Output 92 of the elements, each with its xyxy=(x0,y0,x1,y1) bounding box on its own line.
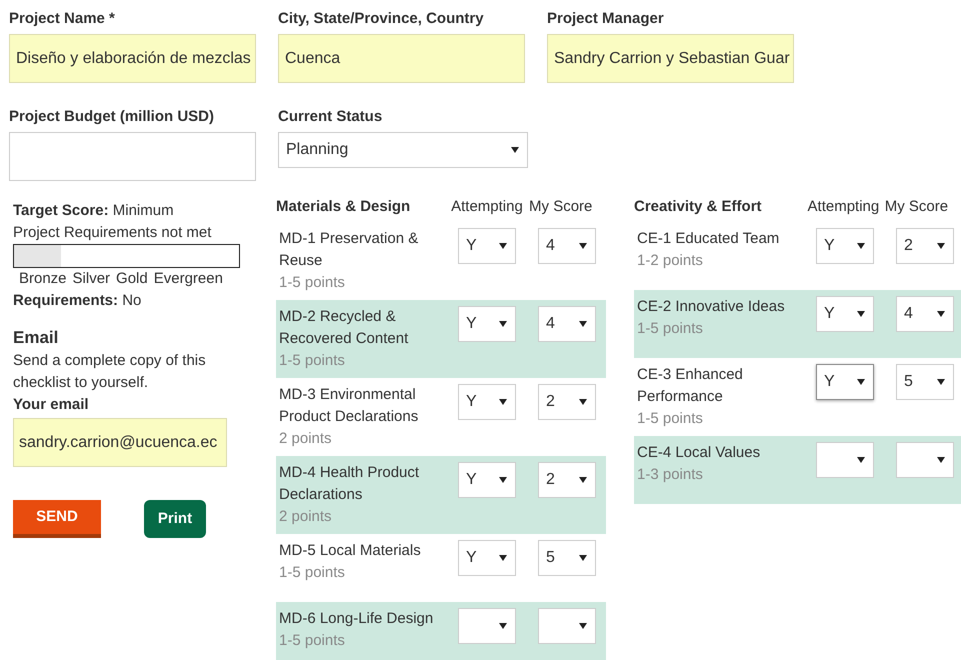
caret-icon xyxy=(579,623,587,629)
dropdown-select[interactable]: 4 xyxy=(538,228,596,264)
dropdown-select[interactable] xyxy=(538,608,596,644)
category-title: Creativity & Effort xyxy=(634,197,763,217)
credit-name: MD-2 Recycled & Recovered Content xyxy=(279,307,410,349)
caret-icon xyxy=(857,379,865,385)
dropdown-select[interactable]: 4 xyxy=(538,306,596,342)
text-field[interactable]: Sandry Carrion y Sebastian Guar xyxy=(547,34,794,83)
caret-icon xyxy=(499,623,507,629)
dropdown-select[interactable]: 5 xyxy=(538,540,596,576)
caret-icon xyxy=(579,477,587,483)
dropdown-select[interactable]: Y xyxy=(816,364,874,400)
dropdown-select[interactable]: 2 xyxy=(538,384,596,420)
dropdown-select[interactable]: Y xyxy=(816,296,874,332)
tier-label: Silver xyxy=(72,269,110,289)
dropdown-select[interactable] xyxy=(458,608,516,644)
dropdown-select[interactable]: Y xyxy=(458,306,516,342)
dropdown-select[interactable]: Y xyxy=(458,462,516,498)
field-label: City, State/Province, Country xyxy=(278,9,485,29)
credit-name: MD-4 Health Product Declarations xyxy=(279,463,420,505)
requirements-label: Requirements: xyxy=(13,292,118,309)
text-field[interactable] xyxy=(9,132,256,181)
email-description: Send a complete copy of this checklist to yourself. xyxy=(13,351,207,393)
caret-icon xyxy=(579,321,587,327)
caret-icon xyxy=(579,399,587,405)
dropdown-select[interactable]: 4 xyxy=(896,296,954,332)
credit-points: 2 points xyxy=(279,507,333,527)
credit-points: 2 points xyxy=(279,429,333,449)
requirements-value: No xyxy=(122,292,142,309)
send-button[interactable]: SEND xyxy=(13,500,101,538)
caret-icon xyxy=(499,399,507,405)
caret-icon xyxy=(937,311,945,317)
dropdown-select[interactable]: Y xyxy=(458,540,516,576)
tier-label: Gold xyxy=(116,269,148,289)
email-field[interactable]: sandry.carrion@ucuenca.ec xyxy=(13,418,227,467)
column-header: My Score xyxy=(529,197,594,217)
tier-label: Evergreen xyxy=(154,269,223,289)
credit-points: 1-5 points xyxy=(637,409,704,429)
credit-name: MD-1 Preservation & Reuse xyxy=(279,229,420,271)
caret-icon xyxy=(499,555,507,561)
caret-icon xyxy=(579,555,587,561)
column-header: Attempting xyxy=(451,197,524,217)
requirements-note: Project Requirements not met xyxy=(13,223,212,243)
caret-icon xyxy=(499,243,507,249)
caret-icon xyxy=(499,477,507,483)
credit-points: 1-5 points xyxy=(279,631,346,651)
target-score-value: Minimum xyxy=(112,202,174,219)
credit-points: 1-5 points xyxy=(279,351,346,371)
credit-points: 1-3 points xyxy=(637,465,704,485)
caret-icon xyxy=(511,147,519,153)
caret-icon xyxy=(857,311,865,317)
credit-name: MD-3 Environmental Product Declarations xyxy=(279,385,420,427)
credit-name: CE-3 Enhanced Performance xyxy=(637,365,744,407)
caret-icon xyxy=(579,243,587,249)
dropdown-select[interactable]: Y xyxy=(458,228,516,264)
email-heading: Email xyxy=(13,327,60,349)
caret-icon xyxy=(857,243,865,249)
credit-name: MD-5 Local Materials xyxy=(279,541,422,561)
credit-name: CE-2 Innovative Ideas xyxy=(637,297,786,317)
credit-name: CE-4 Local Values xyxy=(637,443,762,463)
status-select[interactable]: Planning xyxy=(278,132,528,168)
field-label: Project Budget (million USD) xyxy=(9,107,216,127)
dropdown-select[interactable] xyxy=(896,442,954,478)
credit-name: MD-6 Long-Life Design xyxy=(279,609,434,629)
credit-points: 1-5 points xyxy=(279,273,346,293)
target-score-label: Target Score: xyxy=(13,202,109,219)
category-title: Materials & Design xyxy=(276,197,412,217)
dropdown-select[interactable]: Y xyxy=(458,384,516,420)
caret-icon xyxy=(499,321,507,327)
credit-points: 1-5 points xyxy=(637,319,704,339)
credit-points: 1-5 points xyxy=(279,563,346,583)
dropdown-select[interactable]: Y xyxy=(816,228,874,264)
dropdown-select[interactable]: 2 xyxy=(896,228,954,264)
dropdown-select[interactable]: 2 xyxy=(538,462,596,498)
field-label: Current Status xyxy=(278,107,384,127)
field-label: Project Manager xyxy=(547,9,665,29)
text-field[interactable]: Diseño y elaboración de mezclas xyxy=(9,34,256,83)
caret-icon xyxy=(937,243,945,249)
dropdown-select[interactable] xyxy=(816,442,874,478)
caret-icon xyxy=(937,379,945,385)
caret-icon xyxy=(857,457,865,463)
column-header: Attempting xyxy=(808,197,880,217)
field-label: Project Name * xyxy=(9,9,116,29)
print-button[interactable]: Print xyxy=(144,500,206,538)
field-label: Your email xyxy=(13,395,90,415)
credit-name: CE-1 Educated Team xyxy=(637,229,780,249)
tier-label: Bronze xyxy=(19,269,67,289)
dropdown-select[interactable]: 5 xyxy=(896,364,954,400)
text-field[interactable]: Cuenca xyxy=(278,34,525,83)
column-header: My Score xyxy=(884,197,950,217)
credit-points: 1-2 points xyxy=(637,251,704,271)
caret-icon xyxy=(937,457,945,463)
